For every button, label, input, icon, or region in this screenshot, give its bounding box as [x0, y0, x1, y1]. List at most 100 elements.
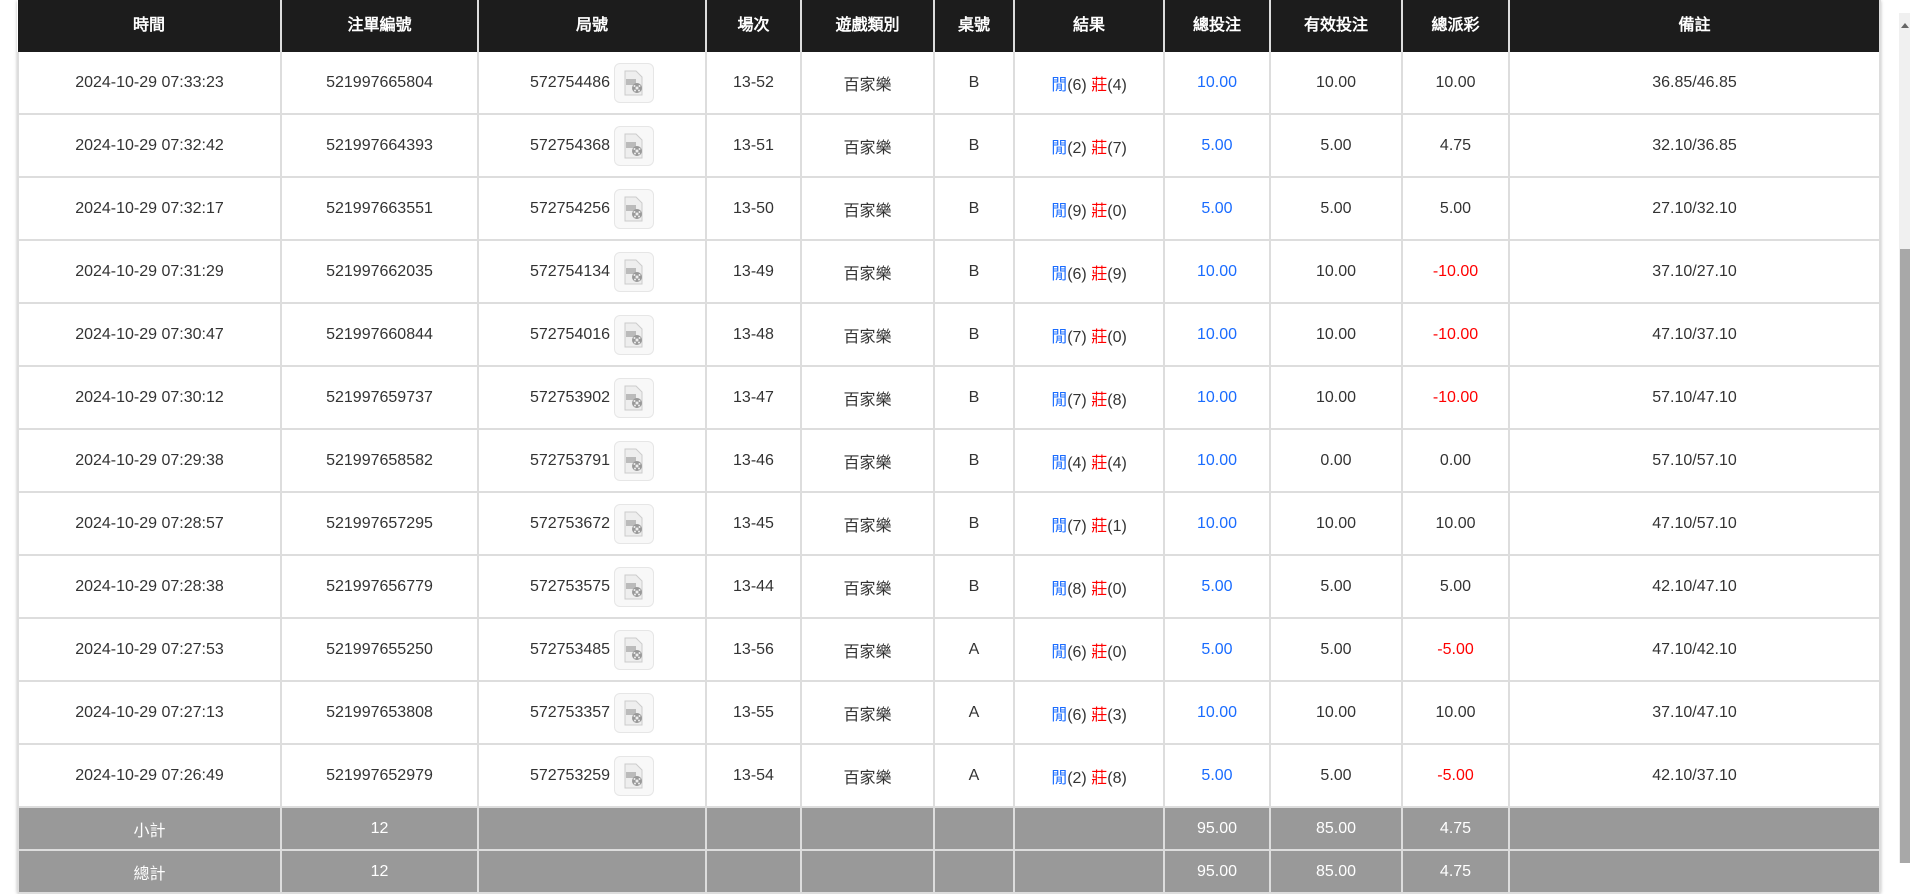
cell-table: B — [933, 177, 1015, 241]
video-replay-icon[interactable] — [614, 566, 655, 607]
table-row: 2024-10-29 07:28:38 521997656779 5727535… — [17, 555, 1881, 619]
column-header-shoe: 場次 — [706, 0, 802, 52]
cell-shoe: 13-46 — [705, 429, 802, 493]
cell-note: 47.10/37.10 — [1508, 303, 1881, 367]
cell-shoe: 13-45 — [705, 492, 802, 556]
video-replay-icon[interactable] — [614, 188, 655, 229]
round-number: 572753902 — [529, 388, 611, 406]
video-replay-icon[interactable] — [614, 125, 655, 166]
cell-game-type: 百家樂 — [800, 52, 935, 115]
player-label: 閒 — [1051, 139, 1068, 157]
banker-label: 莊 — [1091, 643, 1108, 661]
empty-cell — [705, 807, 802, 851]
cell-result: 閒(7) 莊(0) — [1013, 303, 1165, 367]
cell-bet-id: 521997652979 — [280, 744, 479, 808]
cell-table: B — [933, 303, 1015, 367]
cell-payout: 4.75 — [1401, 114, 1510, 178]
video-replay-icon[interactable] — [614, 692, 655, 733]
cell-result: 閒(6) 莊(3) — [1013, 681, 1165, 745]
cell-valid-bet: 0.00 — [1269, 429, 1403, 493]
cell-total-bet: 10.00 — [1163, 492, 1271, 556]
round-number: 572753575 — [529, 577, 611, 595]
cell-bet-id: 521997655250 — [280, 618, 479, 682]
round-number: 572753357 — [529, 703, 611, 721]
player-score: (7) — [1067, 517, 1087, 535]
subtotal-row: 小計 12 95.00 85.00 4.75 — [17, 807, 1881, 851]
table-row: 2024-10-29 07:33:23 521997665804 5727544… — [17, 52, 1881, 115]
empty-cell — [933, 807, 1015, 851]
empty-cell — [800, 807, 935, 851]
player-label: 閒 — [1051, 580, 1068, 598]
cell-result: 閒(7) 莊(1) — [1013, 492, 1165, 556]
cell-game-type: 百家樂 — [800, 366, 935, 430]
cell-note: 27.10/32.10 — [1508, 177, 1881, 241]
round-number: 572754486 — [529, 73, 611, 91]
cell-round: 572753902 — [477, 366, 707, 430]
cell-result: 閒(4) 莊(4) — [1013, 429, 1165, 493]
cell-total-bet: 10.00 — [1163, 366, 1271, 430]
column-header-bet-id: 注單編號 — [281, 0, 479, 52]
player-label: 閒 — [1051, 769, 1068, 787]
cell-total-bet: 5.00 — [1163, 618, 1271, 682]
video-replay-icon[interactable] — [614, 440, 655, 481]
cell-round: 572754486 — [477, 52, 707, 115]
cell-note: 57.10/57.10 — [1508, 429, 1881, 493]
column-header-game-type: 遊戲類別 — [801, 0, 935, 52]
cell-shoe: 13-47 — [705, 366, 802, 430]
vertical-scrollbar[interactable] — [1899, 13, 1910, 863]
video-replay-icon[interactable] — [614, 62, 655, 103]
empty-cell — [1508, 807, 1881, 851]
cell-payout: 5.00 — [1401, 555, 1510, 619]
cell-time: 2024-10-29 07:31:29 — [17, 240, 282, 304]
cell-shoe: 13-55 — [705, 681, 802, 745]
cell-payout: 5.00 — [1401, 177, 1510, 241]
cell-payout: -10.00 — [1401, 366, 1510, 430]
cell-valid-bet: 10.00 — [1269, 240, 1403, 304]
player-score: (7) — [1067, 391, 1087, 409]
round-number: 572753485 — [529, 640, 611, 658]
cell-bet-id: 521997658582 — [280, 429, 479, 493]
cell-note: 37.10/47.10 — [1508, 681, 1881, 745]
video-replay-icon[interactable] — [614, 503, 655, 544]
scroll-up-arrow-icon[interactable] — [1901, 23, 1909, 28]
cell-shoe: 13-54 — [705, 744, 802, 808]
video-replay-icon[interactable] — [614, 314, 655, 355]
video-replay-icon[interactable] — [614, 377, 655, 418]
video-replay-icon[interactable] — [614, 251, 655, 292]
column-header-time: 時間 — [18, 0, 282, 52]
banker-score: (3) — [1107, 706, 1127, 724]
cell-note: 47.10/42.10 — [1508, 618, 1881, 682]
banker-score: (9) — [1107, 265, 1127, 283]
cell-time: 2024-10-29 07:32:42 — [17, 114, 282, 178]
video-replay-icon[interactable] — [614, 629, 655, 670]
cell-payout: -10.00 — [1401, 240, 1510, 304]
cell-game-type: 百家樂 — [800, 618, 935, 682]
cell-shoe: 13-48 — [705, 303, 802, 367]
cell-bet-id: 521997662035 — [280, 240, 479, 304]
cell-valid-bet: 5.00 — [1269, 177, 1403, 241]
empty-cell — [477, 807, 707, 851]
empty-cell — [1013, 807, 1165, 851]
player-score: (6) — [1067, 706, 1087, 724]
banker-score: (4) — [1107, 454, 1127, 472]
footer-count: 12 — [280, 807, 479, 851]
player-label: 閒 — [1051, 76, 1068, 94]
footer-total-bet: 95.00 — [1163, 807, 1271, 851]
cell-shoe: 13-50 — [705, 177, 802, 241]
video-replay-icon[interactable] — [614, 755, 655, 796]
cell-total-bet: 10.00 — [1163, 240, 1271, 304]
cell-time: 2024-10-29 07:26:49 — [17, 744, 282, 808]
table-row: 2024-10-29 07:27:53 521997655250 5727534… — [17, 618, 1881, 682]
round-number: 572753791 — [529, 451, 611, 469]
cell-note: 36.85/46.85 — [1508, 52, 1881, 115]
cell-table: B — [933, 366, 1015, 430]
player-score: (6) — [1067, 265, 1087, 283]
banker-score: (8) — [1107, 769, 1127, 787]
cell-valid-bet: 10.00 — [1269, 366, 1403, 430]
cell-shoe: 13-52 — [705, 52, 802, 115]
cell-shoe: 13-44 — [705, 555, 802, 619]
table-row: 2024-10-29 07:30:12 521997659737 5727539… — [17, 366, 1881, 430]
scrollbar-thumb[interactable] — [1900, 249, 1910, 863]
cell-time: 2024-10-29 07:33:23 — [17, 52, 282, 115]
cell-bet-id: 521997653808 — [280, 681, 479, 745]
